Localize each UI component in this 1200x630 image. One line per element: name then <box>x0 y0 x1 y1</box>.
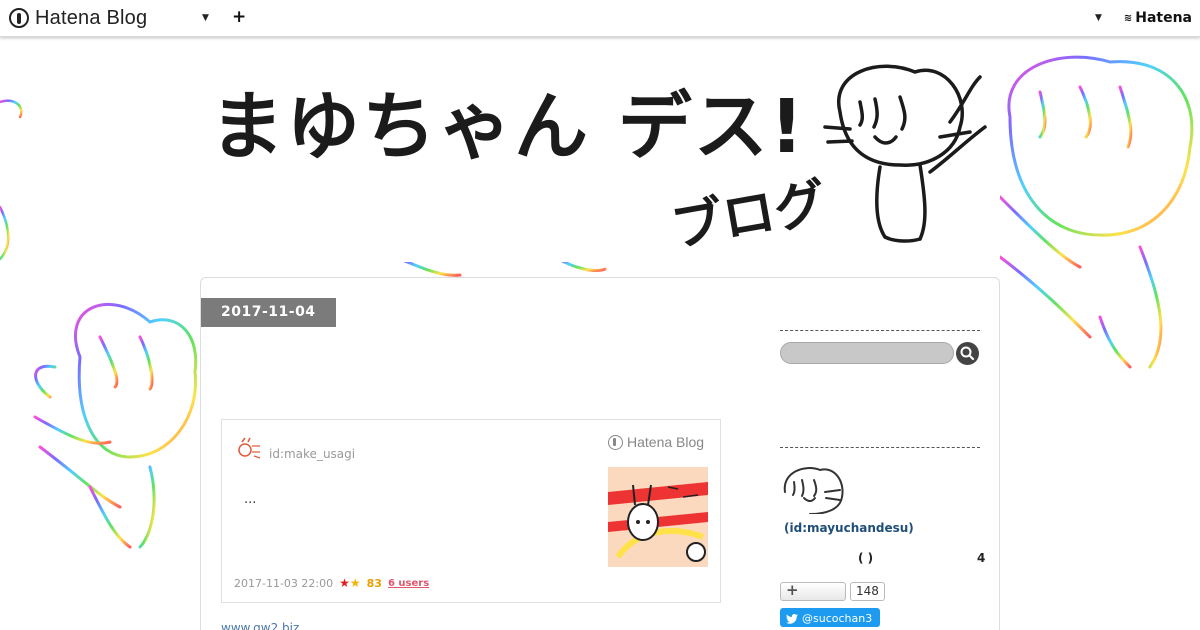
search-input[interactable] <box>780 342 954 364</box>
embed-thumbnail[interactable] <box>608 467 708 567</box>
blog-title[interactable]: まゆちゃん デス! <box>210 67 806 174</box>
profile-avatar[interactable] <box>780 462 846 514</box>
sidebar: (id:mayuchandesu) ( ) 4 148 @sucochan3 <box>750 277 1000 630</box>
sidebar-divider <box>780 447 980 448</box>
hatena-topbar: Hatena Blog ▼ + ▼ ≋ Hatena <box>0 0 1200 37</box>
hatena-logo-icon: ≋ <box>1123 12 1132 24</box>
hatena-blog-brand-text: Hatena Blog <box>35 6 148 29</box>
follow-count: 148 <box>850 582 885 601</box>
embed-excerpt: ... <box>244 492 257 507</box>
embed-date: 2017-11-03 22:00 <box>234 576 334 590</box>
entry-date[interactable]: 2017-11-04 <box>201 298 336 327</box>
embed-thumbnail-illustration <box>608 467 708 567</box>
embed-brand-text: Hatena Blog <box>627 434 705 450</box>
user-avatar[interactable] <box>236 436 262 462</box>
star-count[interactable]: 83 <box>367 577 382 590</box>
source-link[interactable]: www.gw2.biz <box>221 621 299 630</box>
embed-user-id[interactable]: id:make_usagi <box>269 447 355 461</box>
search-icon <box>960 346 975 361</box>
sidebar-divider <box>780 330 980 331</box>
embed-meta: 2017-11-03 22:00 ★★ 83 6 users <box>234 576 429 590</box>
twitter-handle: @sucochan3 <box>802 612 873 625</box>
bookmark-users-link[interactable]: 6 users <box>388 578 429 589</box>
embed-hatena-blog-brand: Hatena Blog <box>608 434 704 450</box>
plus-icon[interactable]: + <box>232 7 246 27</box>
profile-count: 4 <box>977 551 986 565</box>
blog-embed-card[interactable]: id:make_usagi Hatena Blog ... 2017-11-03… <box>221 419 721 603</box>
star-icon[interactable]: ★★ <box>339 576 361 590</box>
blog-title-sub: ブログ <box>666 172 831 260</box>
twitter-follow-button[interactable]: @sucochan3 <box>780 608 880 627</box>
profile-id[interactable]: (id:mayuchandesu) <box>784 521 914 535</box>
hatena-blog-brand[interactable]: Hatena Blog <box>9 6 147 30</box>
blog-header[interactable]: まゆちゃん デス! ブログ <box>200 37 1000 262</box>
brand-dropdown-icon[interactable]: ▼ <box>202 13 209 23</box>
main-column: 2017-11-04 id:make_usagi Hatena Blog ... <box>200 277 750 630</box>
hatena-account-label: Hatena <box>1135 10 1192 26</box>
header-cat-illustration <box>823 64 987 243</box>
follow-button[interactable] <box>780 581 846 601</box>
twitter-icon <box>786 613 798 624</box>
search-button[interactable] <box>956 342 979 365</box>
account-dropdown-icon[interactable]: ▼ <box>1095 13 1102 23</box>
hatena-blog-logo-icon <box>608 434 623 450</box>
hatena-blog-logo-icon <box>9 8 29 28</box>
profile-paren: ( ) <box>858 551 874 565</box>
hatena-account-link[interactable]: ≋ Hatena <box>1124 10 1192 26</box>
